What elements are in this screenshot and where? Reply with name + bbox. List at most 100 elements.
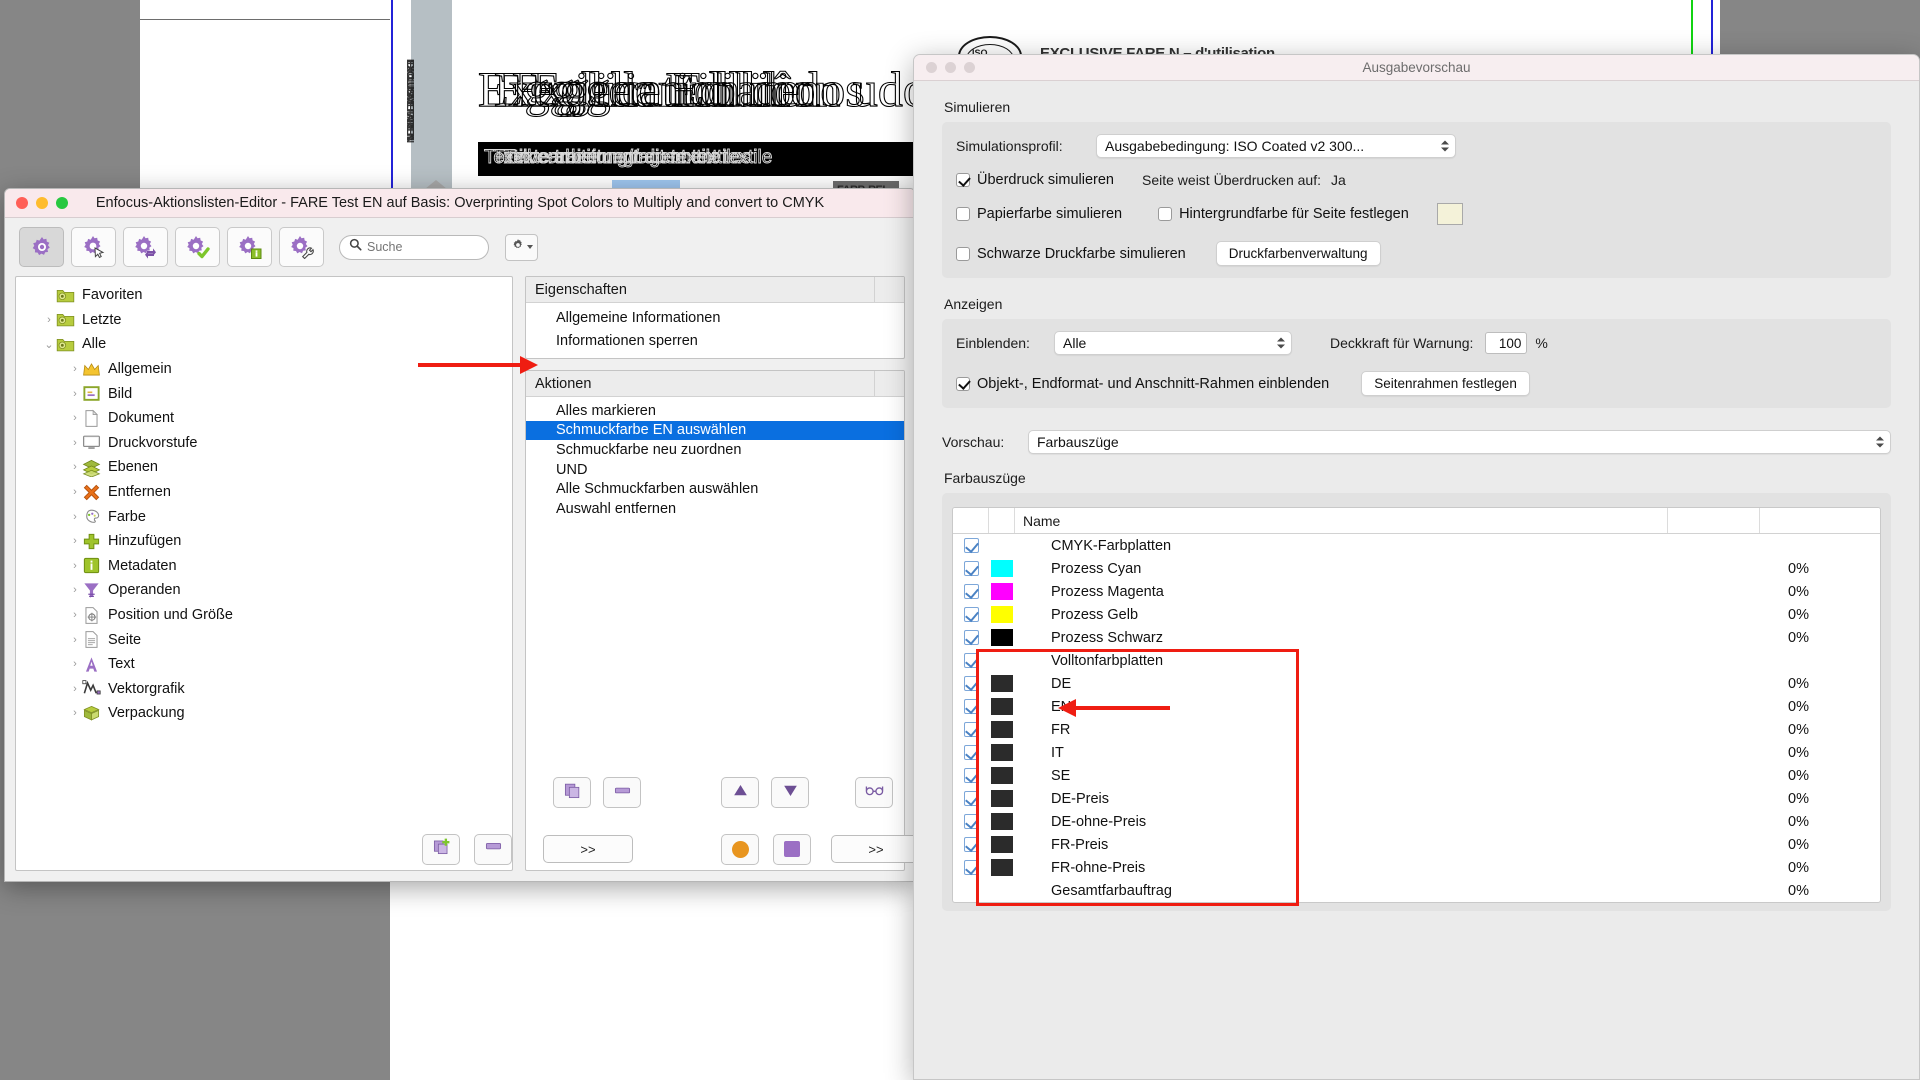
chevron-right-icon[interactable]: ›	[68, 560, 82, 572]
separation-visibility-checkbox[interactable]	[953, 722, 989, 737]
separation-row[interactable]: Prozess Gelb 0%	[953, 603, 1880, 626]
tree-item-alle[interactable]: ⌄ Alle	[16, 332, 512, 357]
orange-status-button[interactable]	[721, 833, 759, 865]
paper-color-checkbox[interactable]	[956, 207, 970, 221]
separation-row[interactable]: CMYK-Farbplatten	[953, 534, 1880, 557]
right-expand-button[interactable]: >>	[831, 835, 915, 863]
separation-visibility-checkbox[interactable]	[953, 538, 989, 553]
background-color-checkbox[interactable]	[1158, 207, 1173, 221]
tree-item-farbe[interactable]: › Farbe	[16, 504, 512, 529]
separation-row[interactable]: Prozess Magenta 0%	[953, 580, 1880, 603]
separation-visibility-checkbox[interactable]	[953, 814, 989, 829]
tree-item-letzte[interactable]: › Letzte	[16, 308, 512, 333]
separation-visibility-checkbox[interactable]	[953, 653, 989, 668]
category-tree[interactable]: Favoriten › Letzte ⌄ Alle › Allgemein › Bild › Dok…	[15, 276, 513, 871]
frames-checkbox[interactable]	[956, 376, 970, 391]
separations-table[interactable]: Name CMYK-Farbplatten Prozess Cyan 0% Proze…	[952, 507, 1881, 903]
move-down-button[interactable]	[771, 777, 809, 808]
separation-visibility-checkbox[interactable]	[953, 584, 989, 599]
tree-item-vektorgrafik[interactable]: › Vektorgrafik	[16, 677, 512, 702]
separation-visibility-checkbox[interactable]	[953, 699, 989, 714]
separation-row[interactable]: DE-Preis 0%	[953, 787, 1880, 810]
property-item[interactable]: Informationen sperren	[526, 329, 904, 352]
chevron-right-icon[interactable]: ›	[68, 683, 82, 695]
chevron-right-icon[interactable]: ›	[68, 535, 82, 547]
action-item[interactable]: Alles markieren	[526, 401, 904, 421]
separation-row[interactable]: Gesamtfarbauftrag 0%	[953, 879, 1880, 902]
tree-item-favoriten[interactable]: Favoriten	[16, 283, 512, 308]
separation-row[interactable]: FR-ohne-Preis 0%	[953, 856, 1880, 879]
maximize-button[interactable]	[56, 197, 68, 209]
chevron-right-icon[interactable]: ›	[42, 314, 56, 326]
chevron-right-icon[interactable]: ›	[68, 363, 82, 375]
tree-item-druckvorstufe[interactable]: › Druckvorstufe	[16, 431, 512, 456]
separation-visibility-checkbox[interactable]	[953, 837, 989, 852]
enfocus-titlebar[interactable]: Enfocus-Aktionslisten-Editor - FARE Test…	[5, 189, 915, 218]
remove-action-button[interactable]	[474, 833, 512, 865]
separation-row[interactable]: FR 0%	[953, 718, 1880, 741]
tree-item-dokument[interactable]: › Dokument	[16, 406, 512, 431]
chevron-right-icon[interactable]: ›	[68, 511, 82, 523]
action-item[interactable]: UND	[526, 460, 904, 480]
tree-item-metadaten[interactable]: › Metadaten	[16, 554, 512, 579]
toolbar-validate-action-button[interactable]	[175, 227, 220, 267]
purple-status-button[interactable]	[773, 833, 811, 865]
action-item[interactable]: Alle Schmuckfarben auswählen	[526, 479, 904, 499]
separation-row[interactable]: Prozess Cyan 0%	[953, 557, 1880, 580]
tree-item-hinzuf-gen[interactable]: › Hinzufügen	[16, 529, 512, 554]
property-item[interactable]: Allgemeine Informationen	[526, 306, 904, 329]
tree-item-verpackung[interactable]: › Verpackung	[16, 701, 512, 726]
separation-visibility-checkbox[interactable]	[953, 630, 989, 645]
toolbar-action-gear-button[interactable]	[19, 227, 64, 267]
tree-item-ebenen[interactable]: › Ebenen	[16, 455, 512, 480]
overprint-checkbox[interactable]	[956, 173, 970, 187]
search-input[interactable]	[367, 240, 479, 254]
tree-item-allgemein[interactable]: › Allgemein	[16, 357, 512, 382]
tree-item-bild[interactable]: › Bild	[16, 381, 512, 406]
chevron-right-icon[interactable]: ›	[68, 658, 82, 670]
close-button[interactable]	[16, 197, 28, 209]
separation-row[interactable]: Prozess Schwarz 0%	[953, 626, 1880, 649]
chevron-right-icon[interactable]: ›	[68, 412, 82, 424]
enfocus-toolbar[interactable]	[5, 218, 915, 276]
separation-row[interactable]: Volltonfarbplatten	[953, 649, 1880, 672]
action-item[interactable]: Auswahl entfernen	[526, 499, 904, 519]
add-action-button[interactable]	[422, 833, 460, 865]
enfocus-action-list-editor-window[interactable]: Enfocus-Aktionslisten-Editor - FARE Test…	[4, 188, 916, 882]
chevron-right-icon[interactable]: ›	[68, 634, 82, 646]
tree-item-entfernen[interactable]: › Entfernen	[16, 480, 512, 505]
move-up-button[interactable]	[721, 777, 759, 808]
simulation-profile-select[interactable]: Ausgabebedingung: ISO Coated v2 300...	[1096, 134, 1456, 158]
separation-visibility-checkbox[interactable]	[953, 676, 989, 691]
preview-titlebar[interactable]: Ausgabevorschau	[914, 55, 1919, 81]
black-ink-checkbox[interactable]	[956, 246, 970, 261]
chevron-right-icon[interactable]: ›	[68, 461, 82, 473]
action-item-selected[interactable]: Schmuckfarbe EN auswählen	[526, 420, 904, 441]
toolbar-options-menu-button[interactable]	[505, 233, 538, 261]
duplicate-action-button[interactable]	[553, 777, 591, 808]
separation-visibility-checkbox[interactable]	[953, 561, 989, 576]
separation-visibility-checkbox[interactable]	[953, 607, 989, 622]
background-color-swatch[interactable]	[1436, 203, 1463, 225]
preview-mode-select[interactable]: Farbauszüge	[1028, 430, 1891, 454]
separation-row[interactable]: DE 0%	[953, 672, 1880, 695]
left-expand-button[interactable]: >>	[543, 835, 633, 863]
output-preview-window[interactable]: Ausgabevorschau Simulieren Simulationspr…	[913, 54, 1920, 1080]
preview-glasses-button[interactable]	[855, 777, 893, 808]
window-controls[interactable]	[16, 197, 68, 209]
toolbar-refresh-action-button[interactable]	[123, 227, 168, 267]
action-item[interactable]: Schmuckfarbe neu zuordnen	[526, 440, 904, 460]
separation-visibility-checkbox[interactable]	[953, 768, 989, 783]
toolbar-configure-action-button[interactable]	[279, 227, 324, 267]
separation-visibility-checkbox[interactable]	[953, 745, 989, 760]
separation-row[interactable]: FR-Preis 0%	[953, 833, 1880, 856]
chevron-right-icon[interactable]: ›	[68, 486, 82, 498]
chevron-right-icon[interactable]: ›	[68, 707, 82, 719]
tree-item-operanden[interactable]: › Operanden	[16, 578, 512, 603]
separation-visibility-checkbox[interactable]	[953, 791, 989, 806]
chevron-right-icon[interactable]: ›	[68, 437, 82, 449]
separation-row[interactable]: EN 0%	[953, 695, 1880, 718]
tree-item-position-und-gr-e[interactable]: › Position und Größe	[16, 603, 512, 628]
chevron-right-icon[interactable]: ›	[68, 388, 82, 400]
minimize-button[interactable]	[36, 197, 48, 209]
